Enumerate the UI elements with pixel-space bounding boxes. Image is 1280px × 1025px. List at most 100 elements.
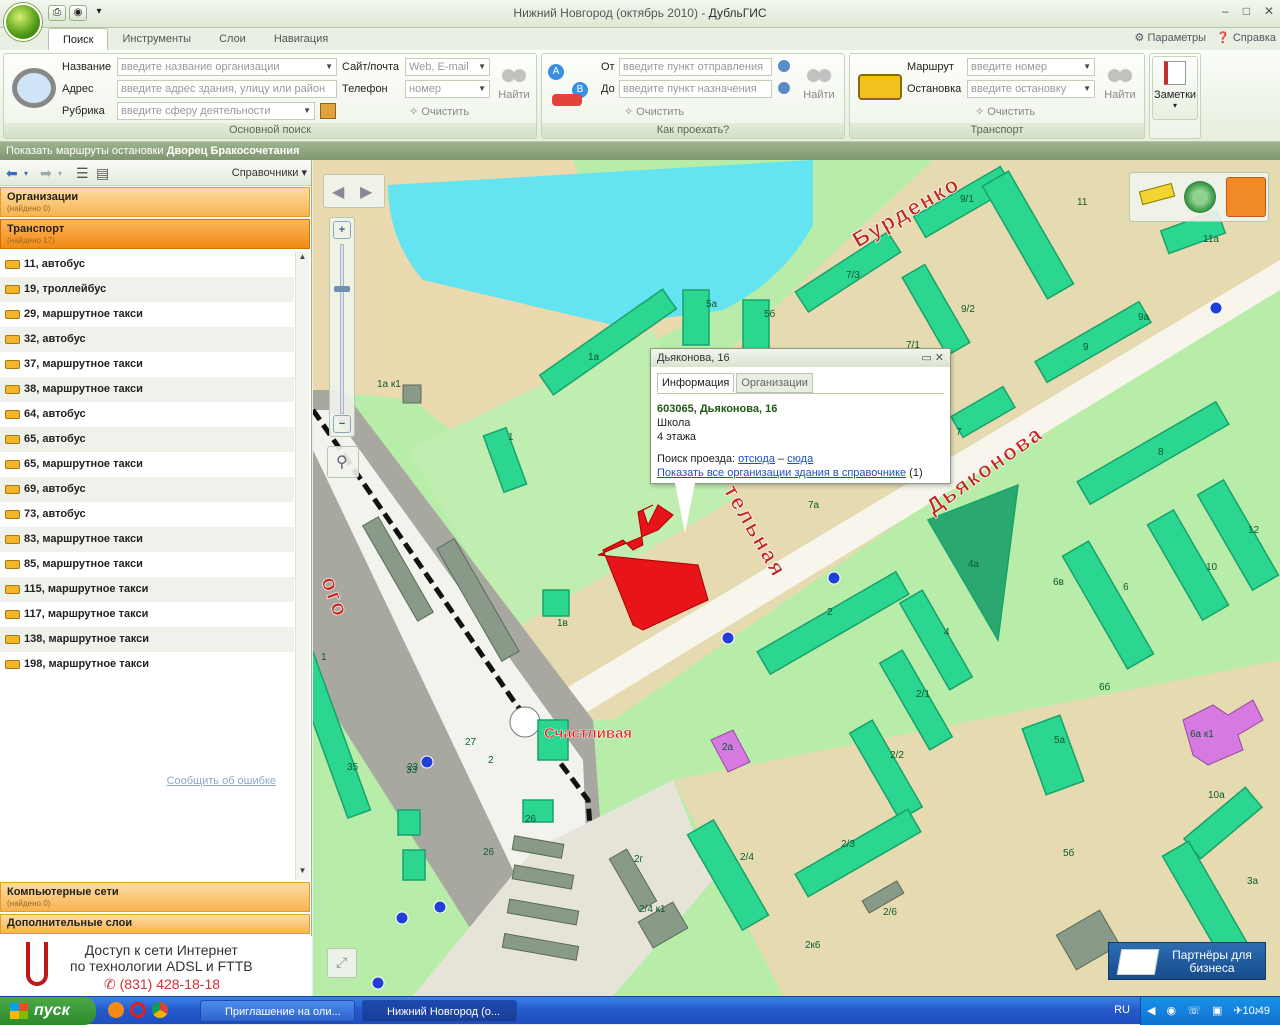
- report-error-link[interactable]: Сообщить об ошибке: [167, 775, 276, 787]
- scroll-down-icon[interactable]: ▼: [296, 866, 309, 880]
- zoom-slider-track[interactable]: [340, 244, 344, 414]
- radar-icon[interactable]: [1184, 181, 1216, 213]
- params-link[interactable]: ⚙ Параметры: [1135, 31, 1207, 44]
- route-to-here-link[interactable]: сюда: [787, 453, 813, 465]
- house-number: 2/2: [890, 750, 904, 761]
- taskbar-item-invitation[interactable]: Приглашение на оли...: [200, 1000, 355, 1022]
- app-logo-icon[interactable]: [4, 3, 42, 41]
- list-item[interactable]: 138, маршрутное такси: [0, 627, 294, 652]
- ruler-icon[interactable]: [1138, 182, 1176, 206]
- transport-find-button[interactable]: Найти: [1102, 60, 1138, 101]
- firefox-icon[interactable]: [108, 1002, 124, 1018]
- forward-arrow-icon[interactable]: ➡: [40, 165, 52, 182]
- list-item[interactable]: 115, маршрутное такси: [0, 577, 294, 602]
- opera-icon[interactable]: [130, 1002, 146, 1018]
- address-input[interactable]: введите адрес здания, улицу или район: [117, 80, 337, 98]
- stop-input[interactable]: введите остановку ▼: [967, 80, 1095, 98]
- show-all-orgs-link[interactable]: Показать все организации здания в справо…: [657, 467, 906, 479]
- close-button[interactable]: ✕: [1264, 4, 1274, 18]
- tab-tools[interactable]: Инструменты: [108, 28, 205, 50]
- ad-banner[interactable]: Доступ к сети Интернет по технологии ADSL…: [0, 936, 312, 996]
- list-item[interactable]: 69, автобус: [0, 477, 294, 502]
- popup-minimize-icon[interactable]: ▭: [921, 352, 931, 364]
- list-item[interactable]: 32, автобус: [0, 327, 294, 352]
- 3d-view-icon[interactable]: [1226, 177, 1266, 217]
- tab-organizations[interactable]: Организации: [736, 373, 813, 393]
- chrome-icon[interactable]: [152, 1002, 168, 1018]
- taskbar-item-dublgis[interactable]: Нижний Новгород (о...: [362, 1000, 517, 1022]
- zoom-out-button[interactable]: −: [333, 415, 351, 433]
- from-input[interactable]: введите пункт отправления: [619, 58, 772, 76]
- popup-close-icon[interactable]: ✕: [935, 352, 944, 364]
- list-item[interactable]: 11, автобус: [0, 252, 294, 277]
- pin-from-icon[interactable]: [778, 60, 790, 72]
- print-list-icon[interactable]: ▤: [96, 165, 109, 182]
- partners-button[interactable]: Партнёры для бизнеса: [1108, 942, 1266, 980]
- stop-routes-hint[interactable]: Показать маршруты остановки Дворец Брако…: [0, 142, 1280, 160]
- category-transport[interactable]: Транспорт (найдено 17): [0, 219, 310, 249]
- list-item[interactable]: 37, маршрутное такси: [0, 352, 294, 377]
- phone-input[interactable]: номер ▼: [405, 80, 490, 98]
- transport-clear-button[interactable]: ✧ Очистить: [975, 105, 1035, 118]
- list-item[interactable]: 85, маршрутное такси: [0, 552, 294, 577]
- house-number: 9а: [1138, 312, 1150, 323]
- list-item[interactable]: 64, автобус: [0, 402, 294, 427]
- scroll-up-icon[interactable]: ▲: [296, 252, 309, 266]
- list-item[interactable]: 117, маршрутное такси: [0, 602, 294, 627]
- list-item[interactable]: 83, маршрутное такси: [0, 527, 294, 552]
- route-number-input[interactable]: введите номер ▼: [967, 58, 1095, 76]
- language-indicator[interactable]: RU: [1114, 1004, 1130, 1016]
- search-clear-button[interactable]: ✧ Очистить: [409, 105, 469, 118]
- notes-button[interactable]: Заметки ▾: [1152, 56, 1198, 120]
- route-clear-button[interactable]: ✧ Очистить: [624, 105, 684, 118]
- back-dropdown-icon[interactable]: ▾: [24, 169, 28, 178]
- help-link[interactable]: ❓ Справка: [1216, 31, 1276, 44]
- to-input[interactable]: введите пункт назначения: [619, 80, 772, 98]
- bus-stop-marker: [827, 571, 841, 585]
- bus-icon: [5, 610, 20, 619]
- route-from-here-link[interactable]: отсюда: [738, 453, 775, 465]
- route-find-button[interactable]: Найти: [801, 60, 837, 101]
- maximize-button[interactable]: □: [1243, 4, 1250, 18]
- forward-dropdown-icon[interactable]: ▾: [58, 169, 62, 178]
- pin-to-icon[interactable]: [778, 82, 790, 94]
- list-item[interactable]: 38, маршрутное такси: [0, 377, 294, 402]
- zoom-tool[interactable]: ⚲: [327, 446, 359, 478]
- fullscreen-button[interactable]: ⤢: [327, 948, 357, 978]
- bus-icon: [5, 385, 20, 394]
- house-number: 5а: [1054, 735, 1066, 746]
- binoculars-icon: [500, 60, 528, 86]
- search-find-button[interactable]: Найти: [496, 60, 532, 101]
- zoom-slider-handle[interactable]: [334, 286, 350, 292]
- list-item[interactable]: 29, маршрутное такси: [0, 302, 294, 327]
- list-item[interactable]: 198, маршрутное такси: [0, 652, 294, 677]
- tab-layers[interactable]: Слои: [205, 28, 260, 50]
- tab-search[interactable]: Поиск: [48, 28, 109, 50]
- bus-icon: [5, 585, 20, 594]
- site-input[interactable]: Web, E-mail ▼: [405, 58, 490, 76]
- list-view-icon[interactable]: ☰: [76, 165, 89, 182]
- group-transport: Маршрут введите номер ▼ Остановка введите…: [849, 53, 1145, 139]
- map-view[interactable]: Бурденко Дьяконова тельная ого Счастлива…: [313, 160, 1280, 996]
- map-canvas[interactable]: Бурденко Дьяконова тельная ого Счастлива…: [313, 160, 1280, 996]
- map-forward-icon[interactable]: ▶: [360, 182, 372, 202]
- rubric-input[interactable]: введите сферу деятельности ▼: [117, 102, 315, 120]
- start-button[interactable]: пуск: [0, 997, 96, 1025]
- name-input[interactable]: введите название организации ▼: [117, 58, 337, 76]
- category-extra-layers[interactable]: Дополнительные слои: [0, 914, 310, 934]
- tab-navigation[interactable]: Навигация: [260, 28, 342, 50]
- back-arrow-icon[interactable]: ⬅: [6, 165, 18, 182]
- zoom-in-button[interactable]: +: [333, 221, 351, 239]
- category-organizations[interactable]: Организации (найдено 0): [0, 187, 310, 217]
- list-item[interactable]: 73, автобус: [0, 502, 294, 527]
- tab-info[interactable]: Информация: [657, 373, 735, 393]
- minimize-button[interactable]: –: [1222, 4, 1229, 18]
- rubric-tree-icon[interactable]: [320, 103, 336, 119]
- list-item[interactable]: 65, автобус: [0, 427, 294, 452]
- list-item[interactable]: 19, троллейбус: [0, 277, 294, 302]
- list-scrollbar[interactable]: ▲ ▼: [295, 252, 309, 880]
- map-back-icon[interactable]: ◀: [332, 182, 344, 202]
- list-item[interactable]: 65, маршрутное такси: [0, 452, 294, 477]
- directories-dropdown[interactable]: Справочники ▾: [232, 166, 307, 179]
- category-computer-networks[interactable]: Компьютерные сети (найдено 0): [0, 882, 310, 912]
